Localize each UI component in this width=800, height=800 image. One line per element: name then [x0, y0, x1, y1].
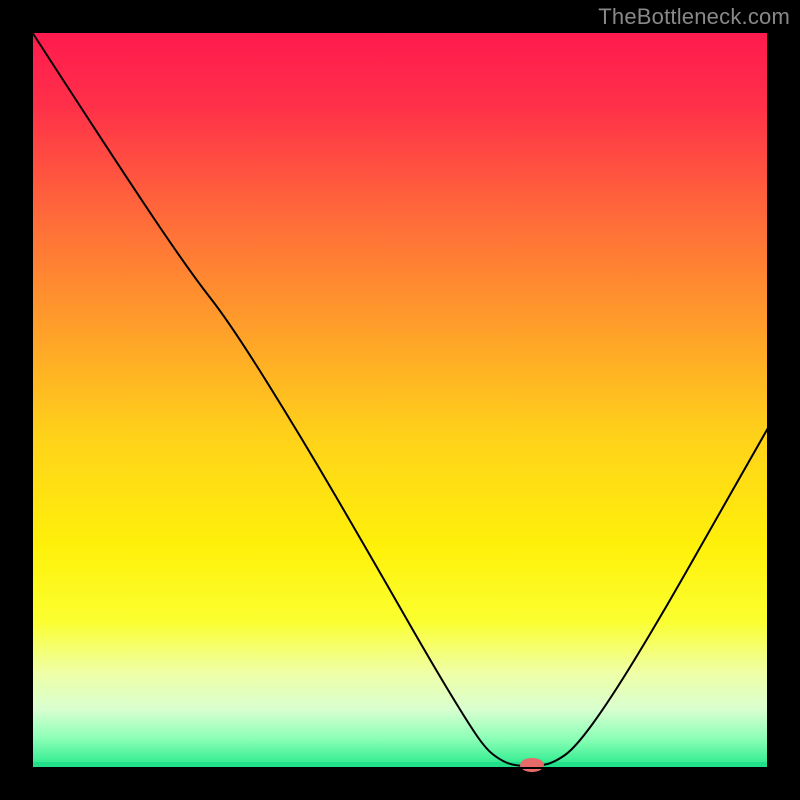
- chart-container: TheBottleneck.com: [0, 0, 800, 800]
- watermark-text: TheBottleneck.com: [598, 4, 790, 30]
- bottleneck-chart: [0, 0, 800, 800]
- plot-background: [32, 32, 768, 768]
- optimum-marker: [520, 758, 544, 772]
